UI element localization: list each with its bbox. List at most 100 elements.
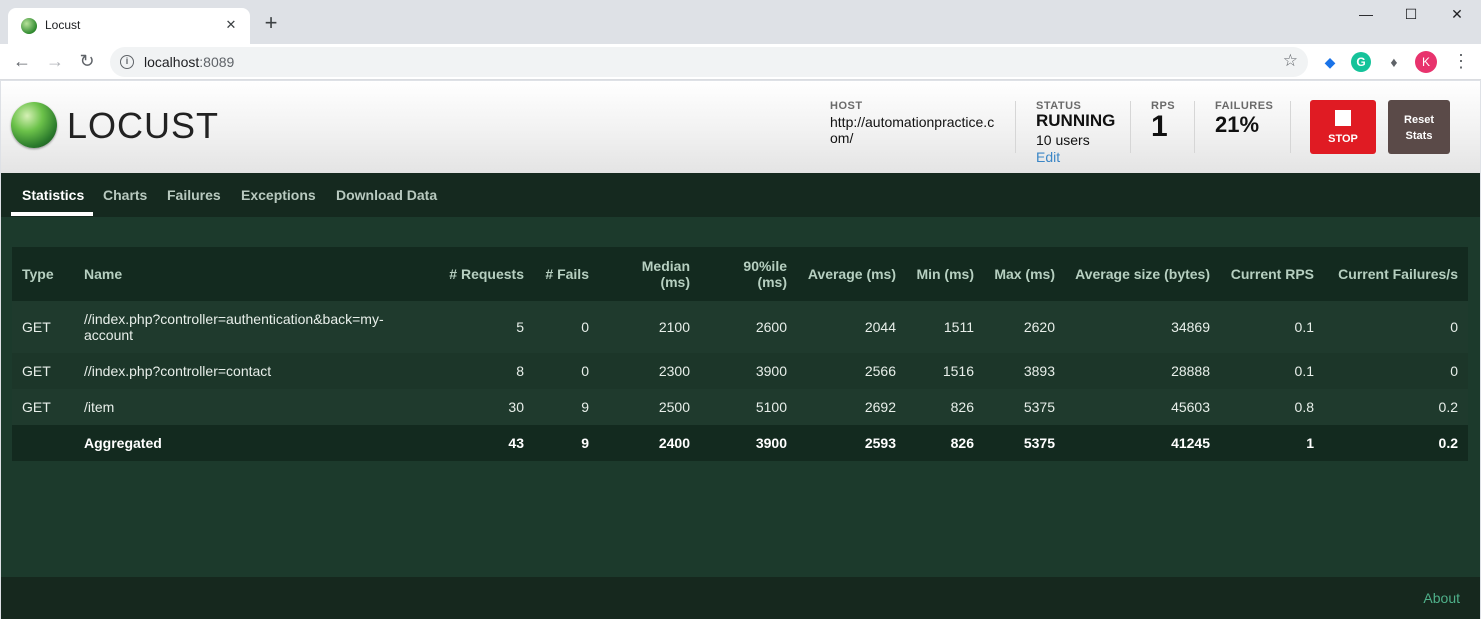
- locust-logo-icon: [11, 102, 57, 148]
- user-count: 10 users: [1036, 132, 1090, 148]
- tab-failures[interactable]: Failures: [167, 187, 221, 203]
- table-header-row: Type Name # Requests # Fails Median (ms)…: [12, 247, 1468, 301]
- active-tab-indicator: [11, 212, 93, 216]
- col-header-90ile[interactable]: 90%ile (ms): [700, 247, 797, 301]
- maximize-window-button[interactable]: ☐: [1396, 6, 1426, 26]
- cell-median: 2500: [658, 399, 690, 415]
- cell-current-rps: 0.1: [1294, 319, 1314, 335]
- new-tab-button[interactable]: +: [260, 12, 282, 35]
- cell-requests: 30: [508, 399, 524, 415]
- cell-type: GET: [22, 399, 51, 415]
- browser-menu-icon[interactable]: ⋮: [1452, 50, 1470, 74]
- main-nav: Statistics Charts Failures Exceptions Do…: [1, 173, 1480, 217]
- logo-text: LOCUST: [67, 105, 220, 146]
- extensions-puzzle-icon[interactable]: ♦: [1384, 52, 1404, 72]
- cell-fails: 0: [581, 363, 589, 379]
- tab-download-data[interactable]: Download Data: [336, 187, 437, 203]
- cell-current-failures: 0.2: [1438, 399, 1458, 415]
- address-bar[interactable]: i localhost:8089 ☆: [110, 47, 1308, 77]
- tab-title: Locust: [45, 18, 81, 32]
- cell-current-rps: 0.8: [1294, 399, 1314, 415]
- app-header: LOCUST HOST http://automationpractice.co…: [1, 81, 1480, 173]
- extension-pin-icon[interactable]: ◆: [1320, 52, 1340, 72]
- col-header-type[interactable]: Type: [12, 247, 74, 301]
- cell-name: //index.php?controller=contact: [84, 363, 272, 379]
- site-info-icon[interactable]: i: [120, 55, 134, 69]
- cell-requests: 5: [516, 319, 524, 335]
- profile-avatar[interactable]: K: [1415, 51, 1437, 73]
- reset-stats-button[interactable]: Reset Stats: [1388, 100, 1450, 154]
- stop-button[interactable]: STOP: [1310, 100, 1376, 154]
- close-tab-icon[interactable]: ✕: [222, 16, 240, 34]
- status-info: STATUS RUNNING 10 users Edit: [1036, 100, 1115, 165]
- cell-median: 2300: [658, 363, 690, 379]
- col-header-avg-size[interactable]: Average size (bytes): [1065, 247, 1220, 301]
- cell-min: 1516: [942, 363, 974, 379]
- about-link[interactable]: About: [1423, 590, 1460, 606]
- stop-square-icon: [1335, 110, 1351, 126]
- cell-type: GET: [22, 319, 51, 335]
- col-header-median[interactable]: Median (ms): [599, 247, 700, 301]
- stop-label: STOP: [1328, 133, 1358, 145]
- aggregated-row: Aggregated 43 9 2400 3900 2593 826 5375 …: [12, 425, 1468, 461]
- cell-type: GET: [22, 363, 51, 379]
- tab-statistics[interactable]: Statistics: [22, 187, 84, 203]
- cell-90ile: 3900: [755, 435, 787, 451]
- tab-charts[interactable]: Charts: [103, 187, 147, 203]
- cell-avg-size: 34869: [1171, 319, 1210, 335]
- cell-min: 826: [950, 399, 974, 415]
- cell-avg-size: 28888: [1171, 363, 1210, 379]
- col-header-name[interactable]: Name: [74, 247, 414, 301]
- reload-icon[interactable]: ↻: [75, 50, 99, 74]
- cell-average: 2593: [864, 435, 896, 451]
- header-divider: [1290, 101, 1291, 153]
- col-header-max[interactable]: Max (ms): [984, 247, 1065, 301]
- cell-avg-size: 45603: [1171, 399, 1210, 415]
- col-header-average[interactable]: Average (ms): [797, 247, 906, 301]
- table-row: GET /item 30 9 2500 5100 2692 826 5375 4…: [12, 389, 1468, 425]
- cell-average: 2566: [864, 363, 896, 379]
- col-header-current-rps[interactable]: Current RPS: [1220, 247, 1324, 301]
- browser-tab[interactable]: Locust ✕: [8, 8, 250, 44]
- table-row: GET //index.php?controller=authenticatio…: [12, 301, 1468, 353]
- cell-90ile: 2600: [755, 319, 787, 335]
- header-divider: [1015, 101, 1016, 153]
- cell-name: /item: [84, 399, 115, 415]
- bookmark-star-icon[interactable]: ☆: [1283, 51, 1298, 71]
- col-header-requests[interactable]: # Requests: [414, 247, 534, 301]
- forward-arrow-icon[interactable]: →: [43, 50, 67, 74]
- browser-tab-bar: Locust ✕ + — ☐ ✕: [0, 0, 1481, 44]
- header-divider: [1130, 101, 1131, 153]
- col-header-min[interactable]: Min (ms): [906, 247, 984, 301]
- locust-app: LOCUST HOST http://automationpractice.co…: [1, 81, 1480, 619]
- failures-value: 21%: [1215, 112, 1260, 137]
- back-arrow-icon[interactable]: ←: [10, 50, 34, 74]
- rps-value: 1: [1151, 110, 1168, 143]
- cell-current-rps: 0.1: [1294, 363, 1314, 379]
- cell-name: //index.php?controller=authentication&ba…: [84, 311, 384, 343]
- tab-exceptions[interactable]: Exceptions: [241, 187, 316, 203]
- grammarly-extension-icon[interactable]: G: [1351, 52, 1371, 72]
- minimize-window-button[interactable]: —: [1351, 6, 1381, 26]
- cell-avg-size: 41245: [1171, 435, 1210, 451]
- edit-link[interactable]: Edit: [1036, 149, 1115, 165]
- cell-fails: 0: [581, 319, 589, 335]
- cell-fails: 9: [581, 435, 589, 451]
- table-row: GET //index.php?controller=contact 8 0 2…: [12, 353, 1468, 389]
- url-port: :8089: [199, 54, 235, 70]
- cell-max: 2620: [1023, 319, 1055, 335]
- reset-label-line1: Reset: [1404, 114, 1434, 126]
- host-info: HOST http://automationpractice.com/: [830, 100, 1000, 146]
- cell-max: 3893: [1023, 363, 1055, 379]
- close-window-button[interactable]: ✕: [1442, 6, 1472, 26]
- cell-current-failures: 0: [1450, 363, 1458, 379]
- statistics-table-container: Type Name # Requests # Fails Median (ms)…: [12, 247, 1468, 463]
- host-value: http://automationpractice.com/: [830, 114, 995, 146]
- col-header-fails[interactable]: # Fails: [534, 247, 599, 301]
- col-header-current-failures[interactable]: Current Failures/s: [1324, 247, 1468, 301]
- cell-current-rps: 1: [1306, 435, 1314, 451]
- cell-90ile: 5100: [755, 399, 787, 415]
- header-divider: [1194, 101, 1195, 153]
- cell-min: 1511: [943, 319, 974, 335]
- statistics-table: Type Name # Requests # Fails Median (ms)…: [12, 247, 1468, 461]
